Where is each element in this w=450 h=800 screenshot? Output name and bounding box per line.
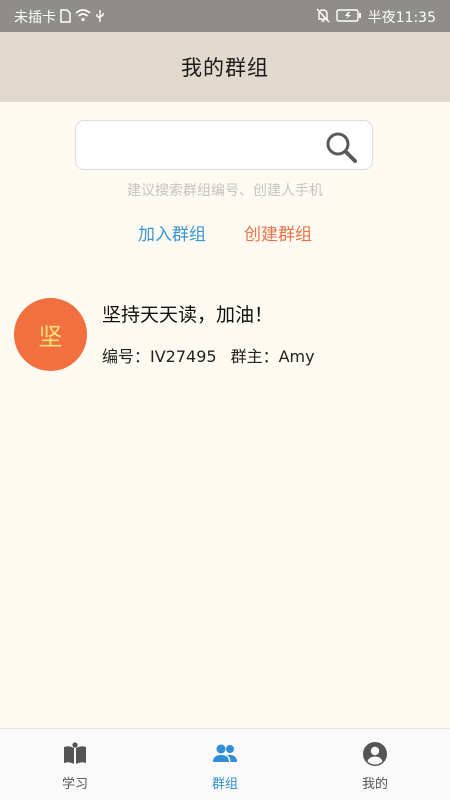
group-owner: 群主：Amy — [230, 347, 315, 366]
mute-bell-icon — [316, 8, 330, 26]
profile-icon — [362, 741, 388, 767]
tab-study-label: 学习 — [61, 777, 88, 792]
group-meta: 编号：IV27495 群主：Amy — [102, 343, 315, 367]
search-box — [75, 120, 373, 170]
search-input[interactable] — [88, 131, 322, 161]
tab-groups[interactable]: 群组 — [150, 729, 300, 800]
header: 我的群组 — [0, 32, 450, 102]
search-hint: 建议搜索群组编号、创建人手机 — [127, 183, 323, 199]
group-name: 坚持天天读，加油！ — [102, 304, 274, 326]
tab-bar: 学习 群组 我的 — [0, 728, 450, 800]
screen: 未插卡 半夜11:35 我的群组 建议搜索群组编号、创建人手机 加入群组 创建群… — [0, 0, 450, 800]
clock-text: 半夜11:35 — [367, 10, 436, 26]
status-right: 半夜11:35 — [316, 7, 436, 27]
group-avatar: 坚 — [14, 298, 87, 371]
tab-groups-label: 群组 — [211, 777, 238, 792]
create-group-link[interactable]: 创建群组 — [244, 220, 312, 245]
group-actions: 加入群组 创建群组 — [0, 220, 450, 245]
page-title: 我的群组 — [181, 56, 269, 80]
join-group-link[interactable]: 加入群组 — [138, 220, 206, 245]
search-icon[interactable] — [324, 130, 358, 164]
book-icon — [62, 741, 88, 767]
sim-icon — [60, 8, 71, 26]
group-id: 编号：IV27495 — [102, 347, 217, 366]
carrier-text: 未插卡 — [14, 10, 56, 26]
status-bar: 未插卡 半夜11:35 — [0, 0, 450, 32]
status-left: 未插卡 — [14, 7, 105, 27]
battery-icon — [335, 9, 362, 25]
tab-study[interactable]: 学习 — [0, 729, 150, 800]
group-icon — [212, 741, 238, 767]
wifi-icon — [75, 9, 91, 25]
usb-icon — [95, 9, 105, 26]
group-list-item[interactable]: 坚 坚持天天读，加油！ 编号：IV27495 群主：Amy — [0, 296, 450, 374]
tab-mine-label: 我的 — [361, 777, 388, 792]
tab-mine[interactable]: 我的 — [300, 729, 450, 800]
